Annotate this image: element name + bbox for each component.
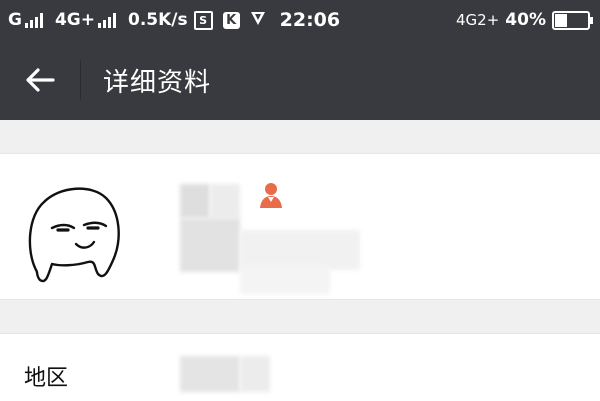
signal-icon-2 [98, 12, 118, 28]
back-button[interactable] [0, 40, 80, 120]
id-placeholder-3 [240, 264, 330, 294]
s-app-icon: S [193, 10, 213, 30]
region-label: 地区 [24, 366, 69, 391]
status-bar: G 4G+ 0.5K/s S K 22:06 4G2+ 40% [0, 0, 600, 40]
region-row[interactable]: 地区 [0, 333, 600, 401]
app-header: 详细资料 [0, 40, 600, 120]
network-4g-icon: 4G2+ [456, 11, 500, 29]
vpn-icon [250, 10, 266, 30]
avatar[interactable] [22, 180, 132, 290]
k-app-icon: K [222, 11, 240, 29]
arrow-left-icon [26, 68, 55, 92]
clock: 22:06 [279, 9, 341, 31]
battery-icon [552, 10, 593, 30]
name-placeholder-2 [210, 184, 240, 218]
signal-icon [24, 12, 45, 28]
region-value-placeholder [180, 356, 240, 392]
id-placeholder [180, 218, 240, 272]
status-right: 4G2+ 40% [456, 10, 600, 30]
network-speed: 0.5K/s [128, 10, 188, 30]
region-value-placeholder-2 [240, 356, 270, 392]
person-female-icon [260, 183, 282, 208]
name-placeholder [180, 184, 210, 218]
page-title: 详细资料 [103, 67, 212, 98]
carrier-label: G [8, 10, 22, 30]
network-type-label: 4G+ [54, 10, 95, 30]
battery-percent: 40% [505, 10, 546, 30]
header-divider [80, 60, 81, 100]
profile-card[interactable] [0, 153, 600, 300]
status-left: G 4G+ 0.5K/s S K 22:06 [0, 9, 340, 31]
